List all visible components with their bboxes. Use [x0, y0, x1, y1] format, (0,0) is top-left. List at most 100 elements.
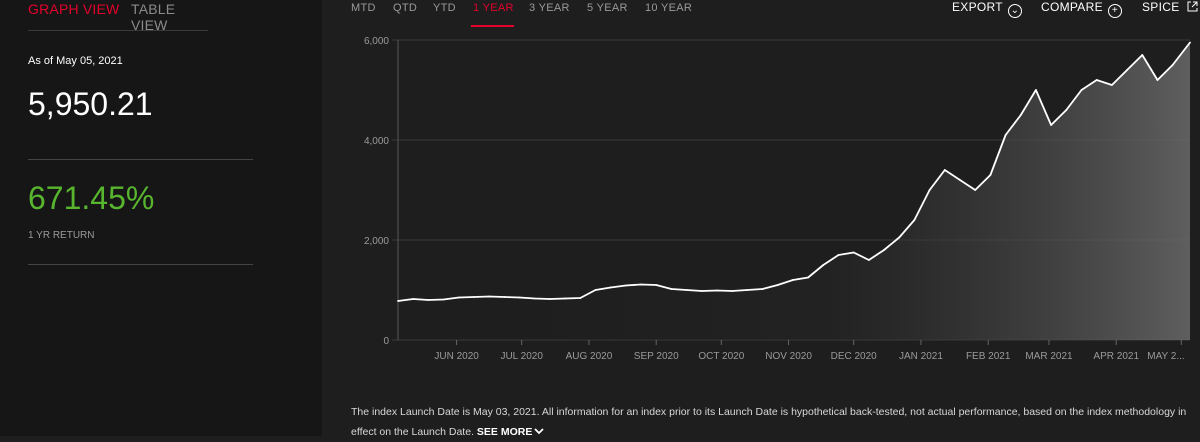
data-point [1050, 124, 1053, 126]
active-range-underline [471, 25, 514, 27]
data-point [1171, 64, 1174, 66]
return-value: 671.45% [28, 180, 155, 216]
price-chart: 0 2,000 4,000 6,000 JUN 2020 JUL 2020 AUG 202… [364, 36, 1191, 362]
data-point [427, 299, 430, 301]
x-tick-label: FEB 2021 [966, 351, 1011, 362]
x-tick-label: JAN 2021 [899, 351, 943, 362]
range-tab-ytd[interactable]: YTD [433, 2, 456, 14]
data-point [1110, 84, 1113, 86]
range-tab-mtd[interactable]: MTD [351, 2, 376, 14]
x-tick-label: NOV 2020 [765, 351, 812, 362]
data-point [1080, 89, 1083, 91]
data-point [1019, 114, 1022, 116]
data-point [928, 189, 931, 191]
data-point [959, 179, 961, 181]
x-tick-label: JUN 2020 [434, 351, 479, 362]
x-tick-label: OCT 2020 [698, 351, 744, 362]
index-price: 5,950.21 [28, 86, 153, 122]
plus-icon: + [1107, 4, 1122, 18]
data-point [852, 251, 855, 254]
data-point [837, 254, 840, 256]
spice-label: SPICE [1142, 0, 1180, 14]
data-point [640, 283, 642, 286]
data-point [1126, 69, 1128, 71]
data-point [867, 259, 870, 261]
data-point [518, 296, 521, 299]
data-point [943, 169, 946, 171]
x-tick-label: AUG 2020 [566, 351, 613, 362]
chevron-down-icon: ⌄ [1007, 4, 1022, 18]
x-tick-label: DEC 2020 [831, 351, 878, 362]
tab-graph-view[interactable]: GRAPH VIEW [28, 1, 119, 17]
data-point [746, 289, 749, 291]
data-point [731, 290, 734, 292]
range-tab-10-year[interactable]: 10 YEAR [645, 2, 692, 14]
compare-button[interactable]: COMPARE + [1041, 0, 1122, 18]
range-tab-qtd[interactable]: QTD [393, 2, 417, 14]
x-tick-label: JUL 2020 [500, 351, 543, 362]
data-point [488, 295, 491, 298]
data-point [1189, 41, 1191, 44]
data-point [564, 297, 566, 300]
chevron-down-icon [534, 428, 544, 435]
as-of-date: As of May 05, 2021 [28, 55, 123, 67]
data-point [655, 284, 658, 286]
divider [28, 264, 253, 265]
x-tick-label: APR 2021 [1093, 351, 1139, 362]
y-tick-label: 4,000 [364, 136, 389, 147]
export-label: EXPORT [952, 0, 1003, 14]
external-link-icon [1187, 1, 1198, 12]
data-point [594, 289, 597, 291]
tab-table-view[interactable]: TABLE VIEW [131, 1, 208, 33]
divider [28, 159, 253, 160]
range-tab-1-year[interactable]: 1 YEAR [473, 2, 514, 14]
data-point [609, 286, 612, 289]
disclaimer: The index Launch Date is May 03, 2021. A… [351, 402, 1196, 442]
data-point [716, 289, 718, 292]
data-point [776, 284, 779, 286]
data-point [792, 279, 794, 281]
data-point [1141, 54, 1144, 56]
data-point [442, 298, 445, 301]
data-point [1065, 109, 1068, 111]
spice-button[interactable]: SPICE [1142, 0, 1198, 14]
see-more-link[interactable]: SEE MORE [477, 426, 544, 438]
x-tick-label: MAR 2021 [1025, 351, 1073, 362]
range-tab-5-year[interactable]: 5 YEAR [587, 2, 628, 14]
data-point [548, 298, 551, 300]
data-point [1156, 79, 1159, 81]
data-point [397, 300, 399, 302]
data-point [974, 189, 977, 191]
data-point [700, 290, 703, 292]
summary-panel: GRAPH VIEW TABLE VIEW As of May 05, 2021… [0, 0, 322, 436]
series-area [398, 42, 1190, 340]
data-point [670, 288, 673, 290]
data-point [624, 284, 627, 287]
data-point [412, 298, 415, 300]
data-point [822, 264, 825, 266]
data-point [1035, 89, 1037, 91]
view-tabs: GRAPH VIEW TABLE VIEW [28, 0, 208, 33]
data-point [533, 297, 536, 300]
data-point [1095, 79, 1098, 81]
y-tick-label: 6,000 [364, 36, 389, 47]
y-tick-label: 2,000 [364, 236, 389, 247]
range-tab-3-year[interactable]: 3 YEAR [529, 2, 570, 14]
data-point [457, 296, 460, 299]
compare-label: COMPARE [1041, 0, 1103, 14]
export-button[interactable]: EXPORT ⌄ [952, 0, 1022, 18]
x-tick-label: MAY 2... [1147, 351, 1184, 362]
y-tick-label: 0 [383, 336, 389, 347]
data-point [473, 296, 475, 298]
data-point [685, 289, 688, 291]
data-point [913, 219, 916, 221]
data-point [898, 236, 901, 239]
x-tick-label: SEP 2020 [634, 351, 679, 362]
see-more-label: SEE MORE [476, 426, 533, 438]
data-point [761, 288, 764, 290]
return-label: 1 YR RETURN [28, 230, 95, 241]
data-point [807, 276, 810, 279]
data-point [579, 297, 582, 299]
data-point [1004, 134, 1007, 136]
data-point [503, 296, 506, 298]
